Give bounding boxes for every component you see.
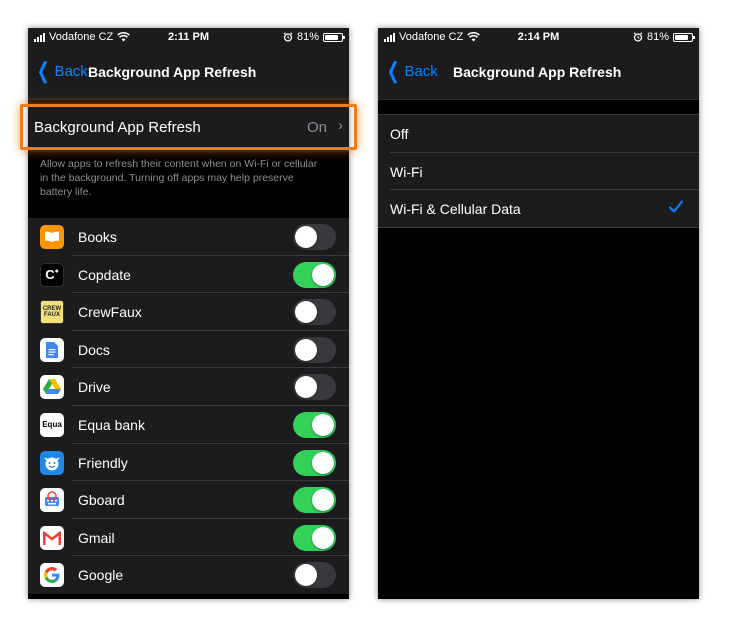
right-phone-screen: Vodafone CZ 2:14 PM 81% ❮ Back Backgroun… [378,28,699,599]
toggle-knob [312,526,334,549]
google-icon [40,563,64,588]
refresh-options-list: Off Wi-Fi Wi-Fi & Cellular Data [378,114,699,228]
app-row-google: Google [28,556,349,594]
option-off[interactable]: Off [378,115,699,153]
copdate-icon: C ● [40,262,64,287]
toggle-knob [295,376,317,399]
refresh-toggle[interactable] [293,224,336,250]
battery-percent: 81% [296,31,319,43]
status-bar: Vodafone CZ 2:11 PM 81% [28,28,349,46]
toggle-knob [312,263,334,286]
setting-label: Background App Refresh [34,119,201,136]
books-icon [40,225,64,249]
refresh-toggle[interactable] [293,487,336,514]
app-name: Equa bank [78,416,145,433]
friendly-icon [40,450,64,475]
app-name: Google [78,567,124,584]
app-name: Books [78,229,117,245]
battery-fill [675,34,688,40]
app-row-drive: Drive [28,368,349,406]
setting-value: On [306,119,327,136]
option-wi-fi-cellular-data[interactable]: Wi-Fi & Cellular Data [378,190,699,228]
option-label: Off [390,126,409,142]
toggle-knob [312,451,334,474]
option-wi-fi[interactable]: Wi-Fi [378,153,699,190]
refresh-toggle[interactable] [293,336,336,363]
toggle-knob [295,564,317,587]
alarm-icon [633,32,643,42]
refresh-toggle[interactable] [293,562,336,589]
setting-description: Allow apps to refresh their content when… [40,158,318,198]
chevron-right-icon: › [338,117,343,134]
back-button[interactable]: ❮ Back [384,58,438,83]
battery-icon [323,32,345,42]
app-name: Copdate [78,266,131,283]
refresh-toggle[interactable] [293,524,336,551]
app-name: CrewFaux [78,304,142,321]
page-title: Background App Refresh [88,64,257,80]
back-button[interactable]: ❮ Back [34,58,88,83]
left-phone-screen: Vodafone CZ 2:11 PM 81% ❮ Back Backgroun… [28,28,349,599]
drive-icon [40,375,64,400]
docs-icon [40,337,64,362]
crewfaux-icon: CREW FAUX [40,300,64,325]
app-row-friendly: Friendly [28,444,349,482]
refresh-toggle[interactable] [293,261,336,288]
app-row-docs: Docs [28,331,349,369]
toggle-knob [312,489,334,512]
option-label: Wi-Fi & Cellular Data [390,201,521,217]
alarm-icon [283,32,293,42]
app-name: Docs [78,341,110,358]
chevron-left-icon: ❮ [36,58,50,83]
status-bar: Vodafone CZ 2:14 PM 81% [378,28,699,46]
chevron-left-icon: ❮ [386,58,400,83]
checkmark-icon [667,198,685,216]
back-label: Back [404,62,438,80]
background-app-refresh-row[interactable]: Background App Refresh On › [28,107,349,147]
navigation-bar: ❮ Back Background App Refresh [28,46,349,100]
page-title: Background App Refresh [453,64,622,80]
battery-percent: 81% [646,31,669,43]
refresh-toggle[interactable] [293,449,336,476]
app-name: Gboard [78,492,125,509]
navigation-bar: ❮ Back Background App Refresh [378,46,699,100]
app-row-gboard: Gboard [28,481,349,519]
app-name: Friendly [78,454,128,471]
app-list: Books C ● Copdate CREW FAUX CrewFaux Docs Drive… [28,218,349,594]
toggle-knob [295,226,317,248]
option-label: Wi-Fi [390,163,423,180]
app-row-books: Books [28,218,349,256]
app-row-crewfaux: CREW FAUX CrewFaux [28,293,349,331]
gboard-icon [40,488,64,513]
refresh-toggle[interactable] [293,299,336,326]
refresh-toggle[interactable] [293,411,336,438]
toggle-knob [295,338,317,361]
battery-fill [325,34,338,40]
app-name: Drive [78,379,111,396]
battery-icon [673,32,695,42]
toggle-knob [312,413,334,436]
app-row-gmail: Gmail [28,519,349,557]
toggle-knob [295,301,317,324]
app-name: Gmail [78,529,115,546]
row-divider [378,226,699,228]
back-label: Back [54,62,88,80]
equa-bank-icon: Equa [40,412,64,437]
app-row-equa-bank: Equa Equa bank [28,406,349,444]
refresh-toggle[interactable] [293,374,336,401]
gmail-icon [40,525,64,550]
app-row-copdate: C ● Copdate [28,256,349,294]
